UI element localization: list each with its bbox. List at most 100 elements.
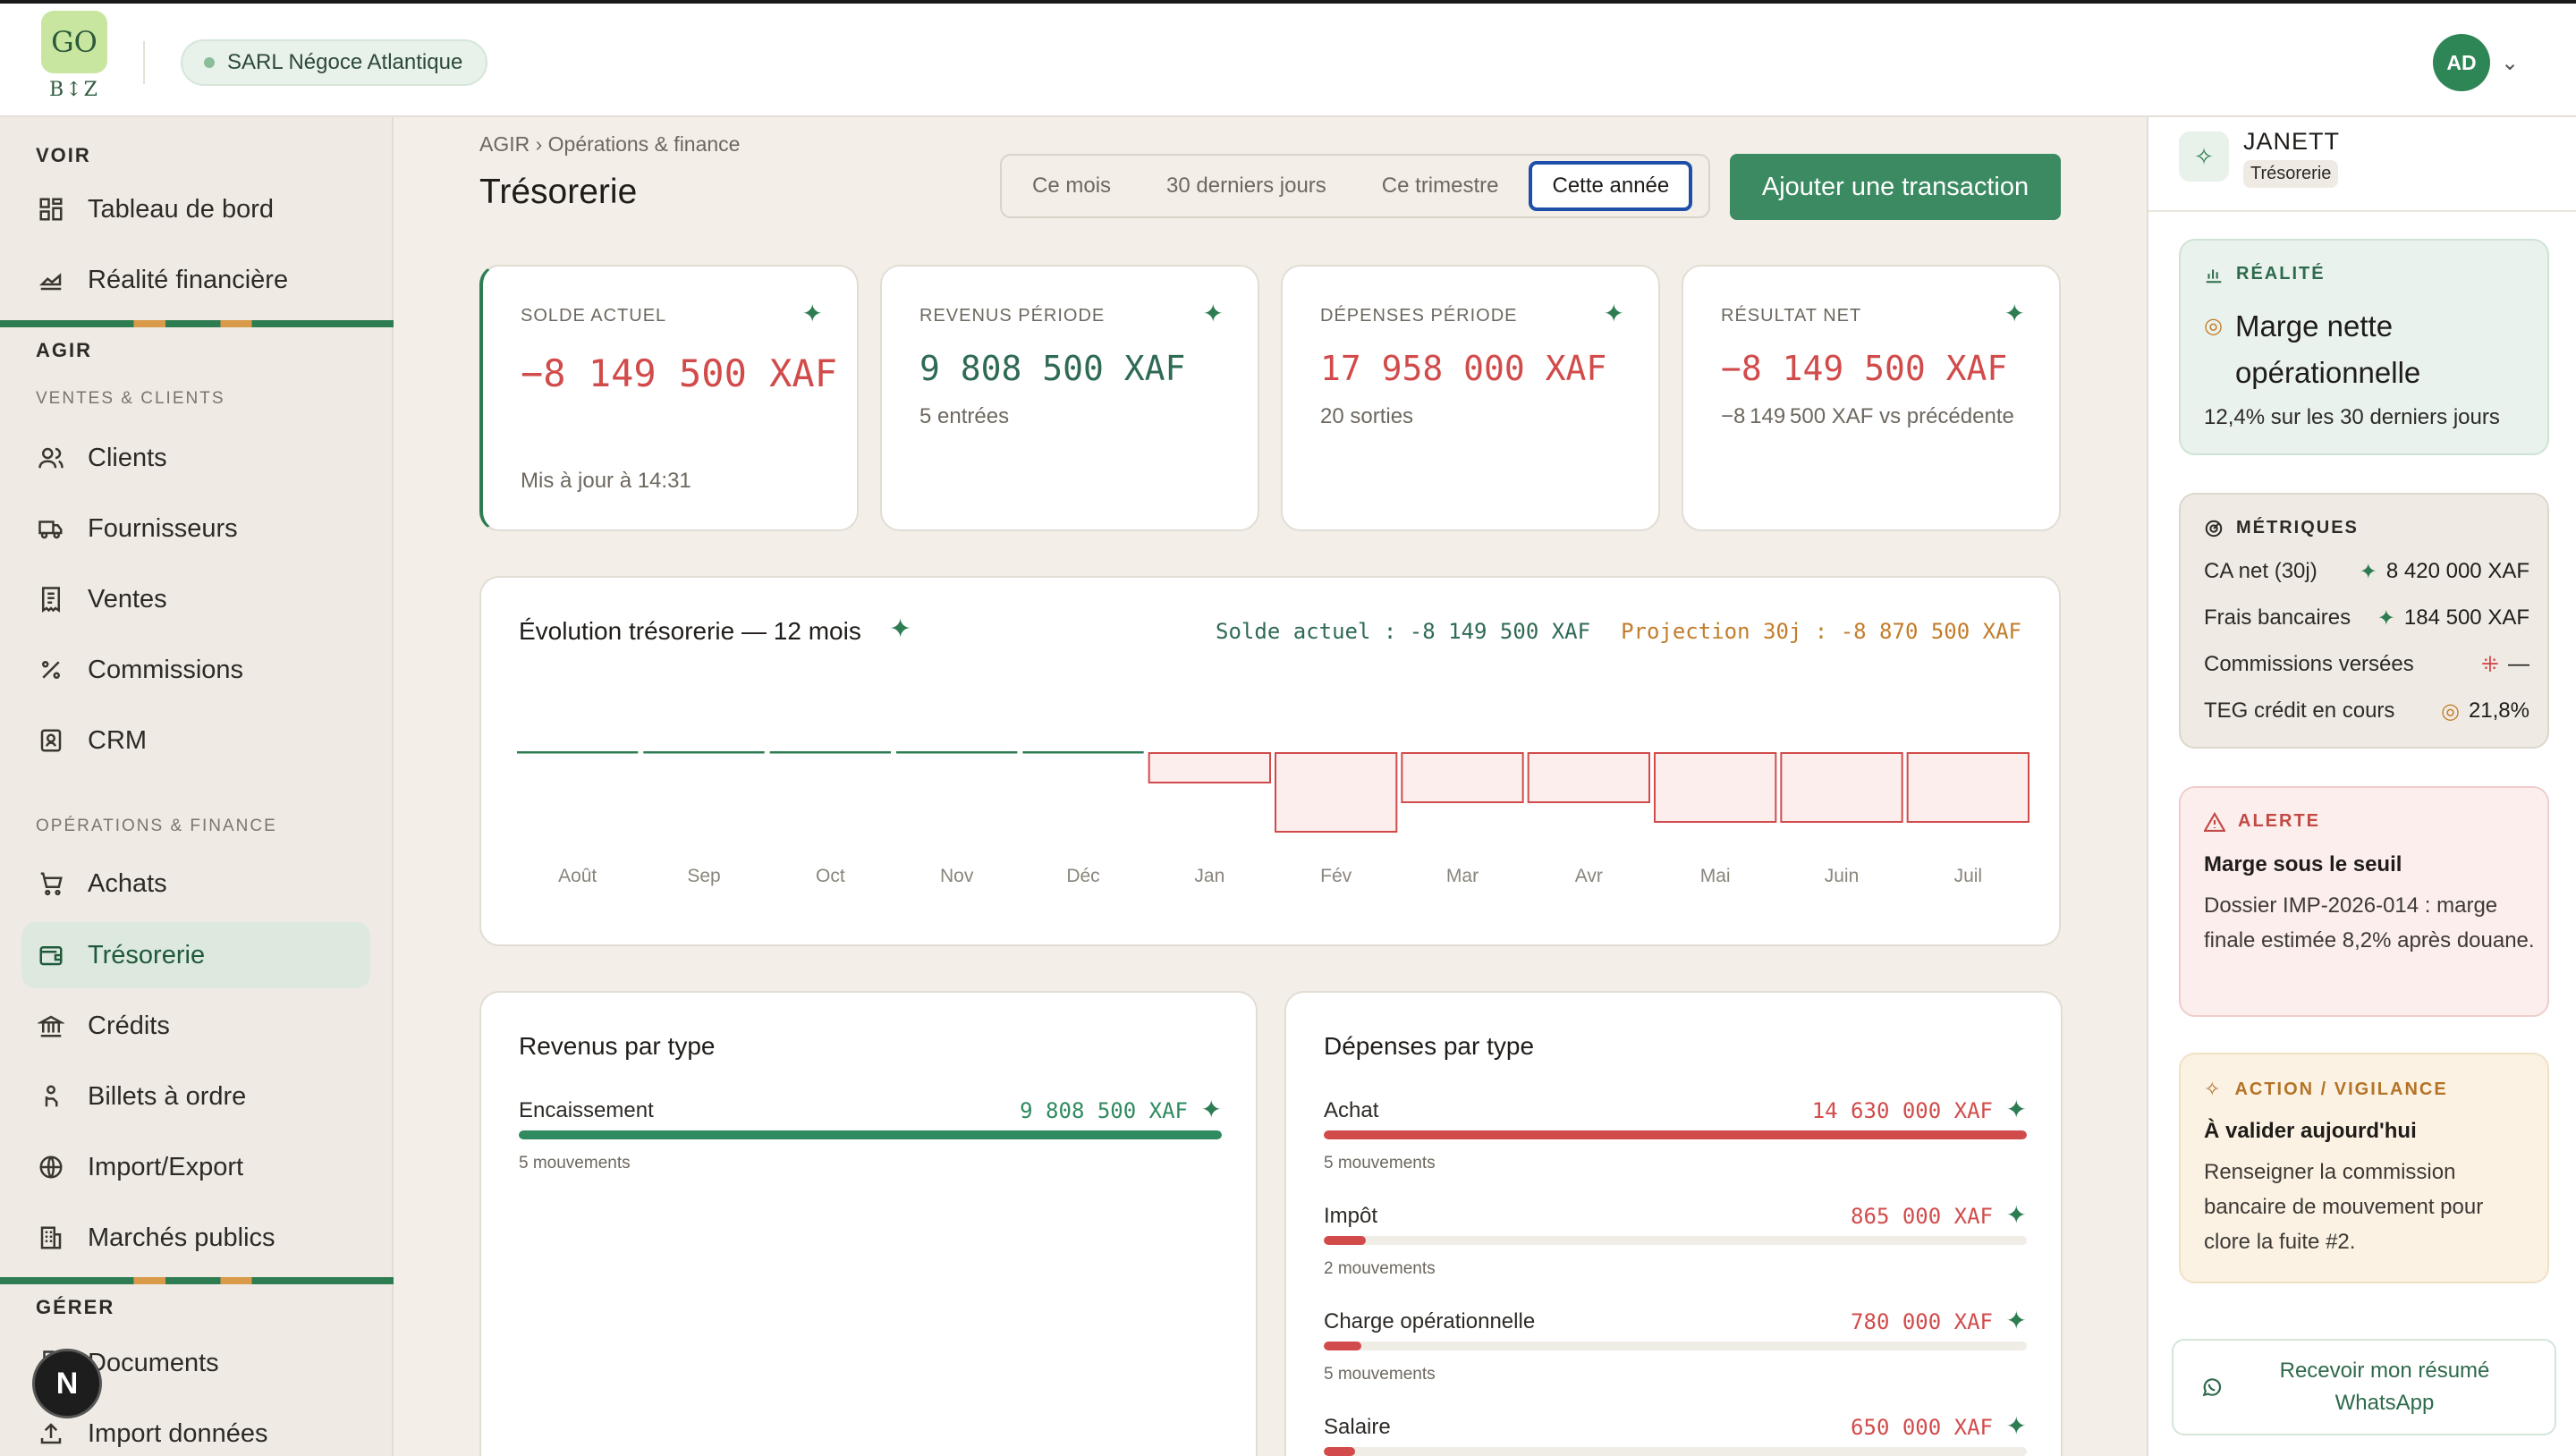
type-progress-fill	[1324, 1236, 1367, 1245]
x-tick-label: Oct	[816, 866, 845, 886]
sidebar-item-realite[interactable]: Réalité financière	[21, 247, 370, 313]
kpi-value: −8 149 500 XAF	[521, 351, 838, 395]
app-logo[interactable]: GO B↕Z	[41, 11, 107, 107]
sparkle-icon[interactable]: ✦	[2004, 299, 2025, 328]
subsection-ventes: VENTES & CLIENTS	[36, 389, 225, 408]
metric-label: TEG crédit en cours	[2204, 698, 2395, 723]
card-header: ✧ ACTION / VIGILANCE	[2204, 1078, 2448, 1101]
sidebar-item-fournisseurs[interactable]: Fournisseurs	[21, 495, 370, 562]
kpi-label: DÉPENSES PÉRIODE	[1320, 306, 1518, 326]
whatsapp-summary-button[interactable]: Recevoir mon résumé WhatsApp	[2172, 1339, 2556, 1435]
type-progress-bar	[1324, 1130, 2027, 1139]
chart-bar[interactable]	[1022, 751, 1144, 754]
type-amount: 865 000 XAF	[1851, 1204, 1993, 1229]
sidebar-item-crm[interactable]: CRM	[21, 707, 370, 774]
breadcrumb[interactable]: AGIR › Opérations & finance	[479, 132, 740, 157]
sidebar-item-tresorerie[interactable]: Trésorerie	[21, 922, 370, 988]
realite-header: RÉALITÉ	[2236, 264, 2326, 284]
chart-area-icon	[38, 273, 62, 291]
sidebar-item-marches[interactable]: Marchés publics	[21, 1205, 370, 1271]
sidebar-item-credits[interactable]: Crédits	[21, 993, 370, 1059]
type-progress-fill	[1324, 1447, 1355, 1456]
type-name: Salaire	[1324, 1415, 1391, 1439]
period-trimestre[interactable]: Ce trimestre	[1357, 161, 1524, 211]
sidebar: VOIR Tableau de bord Réalité financière …	[0, 117, 394, 1456]
sidebar-item-label: Trésorerie	[88, 940, 206, 969]
kpi-value: −8 149 500 XAF	[1721, 349, 2008, 388]
card-header: RÉALITÉ	[2204, 264, 2326, 284]
chart-bar[interactable]	[1780, 752, 1903, 823]
sidebar-item-import-export[interactable]: Import/Export	[21, 1134, 370, 1200]
chart-bar[interactable]	[769, 751, 891, 754]
chart-bar[interactable]	[896, 751, 1018, 754]
sidebar-item-clients[interactable]: Clients	[21, 425, 370, 491]
chart-legend: Solde actuel : -8 149 500 XAF Projection…	[1216, 619, 2021, 644]
chart-bar[interactable]	[1527, 752, 1650, 803]
type-name: Achat	[1324, 1098, 1379, 1122]
alerte-header: ALERTE	[2238, 811, 2320, 831]
sparkle-icon[interactable]: ✦	[889, 614, 911, 645]
metriques-header: MÉTRIQUES	[2236, 518, 2359, 538]
sparkle-icon[interactable]: ✦	[2006, 1095, 2027, 1124]
gauge-icon	[2205, 520, 2223, 537]
x-tick-label: Mai	[1700, 866, 1731, 886]
metric-value: 21,8%	[2468, 698, 2529, 723]
chart-title: Évolution trésorerie — 12 mois	[519, 617, 861, 645]
period-annee[interactable]: Cette année	[1529, 161, 1693, 211]
type-amount: 9 808 500 XAF	[1020, 1098, 1188, 1123]
type-name: Encaissement	[519, 1098, 654, 1122]
sidebar-item-achats[interactable]: Achats	[21, 851, 370, 917]
sidebar-item-ventes[interactable]: Ventes	[21, 566, 370, 632]
section-agir: AGIR	[36, 339, 92, 361]
sparkle-icon[interactable]: ✦	[1201, 1095, 1222, 1124]
sparkle-icon[interactable]: ✦	[1203, 299, 1224, 328]
sparkle-icon[interactable]: ✦	[2006, 1200, 2027, 1230]
next-dev-badge[interactable]: N	[32, 1349, 102, 1418]
type-progress-fill	[1324, 1130, 2027, 1139]
action-text: Renseigner la commission bancaire de mou…	[2204, 1160, 2484, 1254]
evolution-chart-card: Évolution trésorerie — 12 mois ✦ Solde a…	[479, 576, 2061, 946]
sidebar-item-commissions[interactable]: Commissions	[21, 637, 370, 703]
period-ce-mois[interactable]: Ce mois	[1007, 161, 1136, 211]
period-30-jours[interactable]: 30 derniers jours	[1141, 161, 1352, 211]
chart-bar[interactable]	[1275, 752, 1398, 833]
type-name: Charge opérationnelle	[1324, 1309, 1536, 1333]
kpi-label: SOLDE ACTUEL	[521, 306, 667, 326]
chart-bar[interactable]	[517, 751, 639, 754]
add-transaction-button[interactable]: Ajouter une transaction	[1730, 154, 2061, 220]
sparkles-icon: ✧	[2179, 131, 2229, 182]
chart-bar[interactable]	[643, 751, 765, 754]
sparkle-icon[interactable]: ✦	[2006, 1306, 2027, 1335]
chart-bar[interactable]	[1148, 752, 1272, 783]
realite-text: 12,4% sur les 30 derniers jours	[2204, 405, 2500, 429]
chevron-down-icon[interactable]: ⌄	[2501, 50, 2519, 76]
sparkle-icon[interactable]: ✦	[802, 299, 823, 328]
chart-bar[interactable]	[1401, 752, 1524, 803]
chart-bar[interactable]	[1906, 752, 2029, 823]
sidebar-item-dashboard[interactable]: Tableau de bord	[21, 176, 370, 242]
sparkle-icon[interactable]: ✦	[1604, 299, 1624, 328]
sidebar-item-label: Crédits	[88, 1011, 170, 1040]
metric-label: CA net (30j)	[2204, 559, 2318, 583]
assistant-context-tag: Trésorerie	[2243, 160, 2339, 188]
sparkle-icon[interactable]: ✦	[2006, 1411, 2027, 1441]
type-progress-bar	[519, 1130, 1222, 1139]
kpi-label: REVENUS PÉRIODE	[919, 306, 1106, 326]
type-progress-fill	[519, 1130, 1222, 1139]
metric-value: 184 500 XAF	[2403, 605, 2529, 630]
realite-card[interactable]: RÉALITÉ ◎ Marge nette opérationnelle 12,…	[2179, 239, 2549, 455]
sidebar-item-billets[interactable]: Billets à ordre	[21, 1063, 370, 1130]
kpi-sub: 20 sorties	[1320, 404, 1414, 428]
company-selector[interactable]: SARL Négoce Atlantique	[181, 39, 488, 86]
alerte-card[interactable]: ALERTE Marge sous le seuil Dossier IMP-2…	[2179, 786, 2549, 1017]
x-tick-label: Avr	[1575, 866, 1603, 886]
kpi-value: 17 958 000 XAF	[1320, 349, 1607, 388]
grid-icon	[39, 198, 63, 221]
action-card[interactable]: ✧ ACTION / VIGILANCE À valider aujourd'h…	[2179, 1053, 2549, 1283]
realite-title-row: ◎ Marge nette opérationnelle	[2204, 303, 2495, 396]
x-tick-label: Jan	[1194, 866, 1224, 886]
card-header: MÉTRIQUES	[2204, 518, 2359, 538]
user-avatar[interactable]: AD	[2433, 34, 2490, 91]
chart-bar[interactable]	[1654, 752, 1777, 823]
x-tick-label: Fév	[1320, 866, 1352, 886]
